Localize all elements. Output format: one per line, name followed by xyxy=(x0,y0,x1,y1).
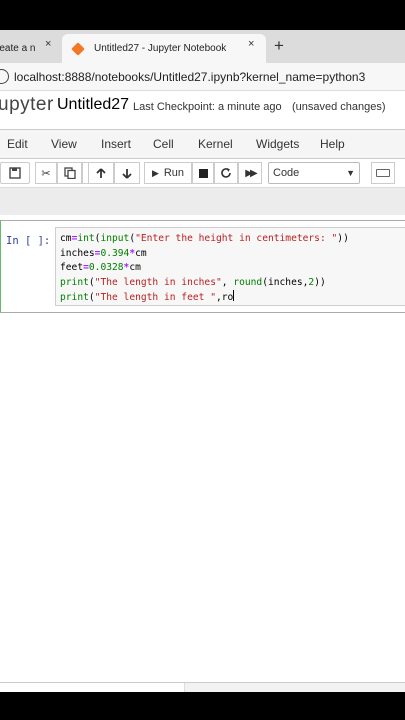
code-line-4: print("The length in inches", round(inch… xyxy=(60,276,349,291)
play-icon: ▶ xyxy=(151,167,159,178)
keyboard-icon xyxy=(376,169,390,177)
code-name-token: cm xyxy=(135,247,147,259)
save-button[interactable] xyxy=(0,162,30,184)
code-line-2: inches=0.394*cm xyxy=(60,247,349,262)
tab-label: reate a n xyxy=(0,43,36,54)
cell-type-select[interactable]: Code ▼ xyxy=(268,162,360,184)
save-icon xyxy=(9,167,21,179)
menu-help[interactable]: Help xyxy=(320,137,345,151)
new-tab-icon[interactable]: + xyxy=(274,36,284,56)
save-status: (unsaved changes) xyxy=(292,101,386,113)
restart-button[interactable] xyxy=(214,162,238,184)
stop-icon xyxy=(198,168,208,178)
code-cell[interactable]: In [ ]: cm=int(input("Enter the height i… xyxy=(0,220,405,313)
move-down-button[interactable] xyxy=(114,162,140,184)
jupyter-logo[interactable]: upyter xyxy=(0,94,54,116)
code-line-1: cm=int(input("Enter the height in centim… xyxy=(60,232,349,247)
run-label: Run xyxy=(163,167,185,179)
run-button[interactable]: ▶ Run xyxy=(144,162,192,184)
copy-icon xyxy=(63,167,76,179)
address-bar[interactable]: localhost:8888/notebooks/Untitled27.ipyn… xyxy=(0,63,405,91)
code-builtin-token: int xyxy=(77,233,95,244)
cut-button[interactable]: ✂ xyxy=(35,162,57,184)
command-palette-button[interactable] xyxy=(371,162,395,184)
menu-kernel[interactable]: Kernel xyxy=(198,137,233,151)
run-button-group: ▶ Run ▶▶ xyxy=(144,162,262,184)
browser-tab-bar: reate a n × Untitled27 - Jupyter Noteboo… xyxy=(0,30,405,63)
cell-type-value: Code xyxy=(273,167,300,179)
browser-tab-active[interactable]: Untitled27 - Jupyter Notebook xyxy=(62,34,266,63)
move-up-button[interactable] xyxy=(88,162,114,184)
arrow-down-icon xyxy=(122,168,132,179)
code-builtin-token: print xyxy=(60,292,89,303)
menu-view[interactable]: View xyxy=(51,137,77,151)
code-name-token: ro xyxy=(221,292,234,303)
jupyter-header: upyter Untitled27 Last Checkpoint: a min… xyxy=(0,91,405,123)
restart-icon xyxy=(221,168,231,178)
code-punctuation-token: ) xyxy=(319,276,326,288)
notebook-title[interactable]: Untitled27 xyxy=(57,96,129,114)
restart-run-all-button[interactable]: ▶▶ xyxy=(238,162,262,184)
code-punctuation-token: ) xyxy=(343,233,349,244)
taskbar-search-box[interactable]: search xyxy=(0,683,185,692)
notebook-area: In [ ]: cm=int(input("Enter the height i… xyxy=(0,215,405,692)
fast-forward-icon: ▶▶ xyxy=(245,167,258,179)
task-view-icon[interactable]: ⫿⃞ xyxy=(237,691,259,692)
code-builtin-token: input xyxy=(100,233,130,244)
move-button-group xyxy=(88,162,140,184)
code-number-token: 0.394 xyxy=(100,247,130,259)
code-name-token: cm xyxy=(60,233,72,244)
code-name-token: feet xyxy=(60,262,84,273)
screen: reate a n × Untitled27 - Jupyter Noteboo… xyxy=(0,30,405,692)
code-editor[interactable]: cm=int(input("Enter the height in centim… xyxy=(55,227,405,306)
code-string-token: "The length in feet " xyxy=(94,292,216,303)
menu-insert[interactable]: Insert xyxy=(101,137,131,151)
close-tab-icon[interactable]: × xyxy=(45,38,51,50)
text-cursor xyxy=(233,290,235,301)
url-text[interactable]: localhost:8888/notebooks/Untitled27.ipyn… xyxy=(14,70,365,84)
code-text[interactable]: cm=int(input("Enter the height in centim… xyxy=(60,232,349,306)
header-divider xyxy=(0,187,405,215)
code-builtin-token: round xyxy=(233,276,263,288)
close-tab-icon[interactable]: × xyxy=(248,38,254,50)
scissors-icon: ✂ xyxy=(41,167,51,180)
interrupt-button[interactable] xyxy=(192,162,214,184)
menu-bar: Edit View Insert Cell Kernel Widgets Hel… xyxy=(0,129,405,159)
copy-button[interactable] xyxy=(57,162,82,184)
code-name-token: cm xyxy=(129,262,141,273)
tab-label: Untitled27 - Jupyter Notebook xyxy=(94,43,227,54)
edge-icon[interactable] xyxy=(280,691,302,692)
chevron-down-icon: ▼ xyxy=(346,168,355,178)
store-icon[interactable] xyxy=(362,691,384,692)
menu-widgets[interactable]: Widgets xyxy=(256,137,299,151)
site-info-icon[interactable] xyxy=(0,69,9,84)
code-string-token: "The length in inches" xyxy=(94,276,222,288)
menu-cell[interactable]: Cell xyxy=(153,137,174,151)
code-builtin-token: print xyxy=(60,276,89,288)
notebook-toolbar: ✂ ▶ Run ▶▶ Code ▼ xyxy=(0,159,405,187)
taskbar: search ⫿⃞ xyxy=(0,682,405,692)
code-name-token: inches xyxy=(267,276,303,288)
jupyter-favicon-icon xyxy=(71,41,85,56)
cortana-icon[interactable] xyxy=(196,691,218,692)
checkpoint-status: Last Checkpoint: a minute ago xyxy=(133,101,282,113)
code-number-token: 0.0328 xyxy=(88,262,124,273)
menu-edit[interactable]: Edit xyxy=(7,137,28,151)
file-explorer-icon[interactable] xyxy=(321,691,343,692)
code-name-token: inches xyxy=(60,247,95,259)
code-line-3: feet=0.0328*cm xyxy=(60,261,349,276)
input-prompt: In [ ]: xyxy=(6,235,51,247)
arrow-up-icon xyxy=(96,167,106,178)
code-string-token: "Enter the height in centimeters: " xyxy=(135,233,338,244)
code-line-5: print("The length in feet ",ro xyxy=(60,290,349,306)
